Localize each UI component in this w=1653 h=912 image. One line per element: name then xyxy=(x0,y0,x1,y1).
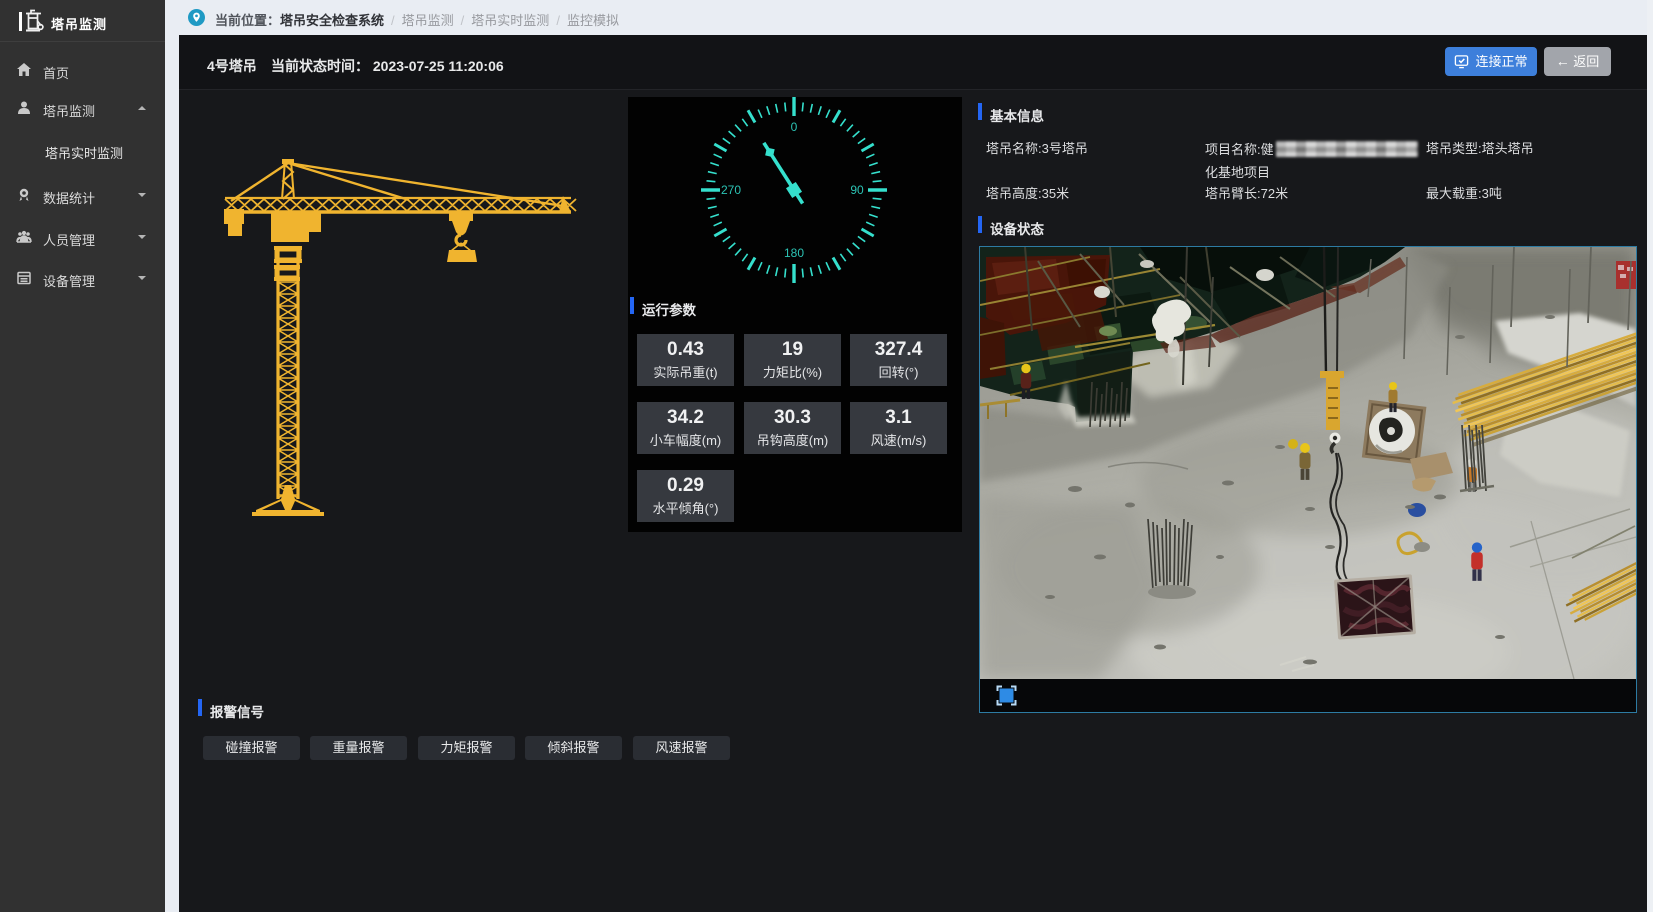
svg-text:180: 180 xyxy=(784,246,804,260)
svg-text:0: 0 xyxy=(791,120,798,134)
svg-text:270: 270 xyxy=(721,183,741,197)
svg-text:90: 90 xyxy=(850,183,864,197)
